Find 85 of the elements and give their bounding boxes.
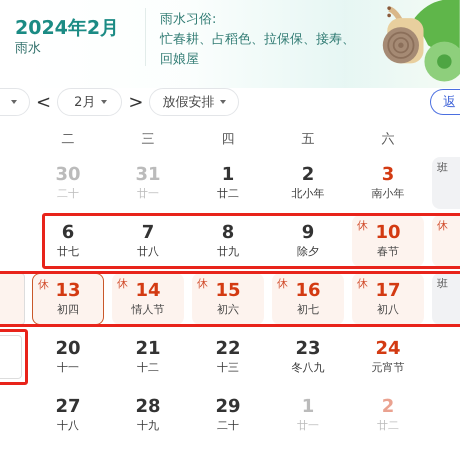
date-number: 7	[142, 222, 154, 244]
date-number: 29	[215, 396, 241, 418]
date-number: 9	[302, 222, 314, 244]
lunar-date: 北小年	[292, 186, 324, 202]
date-number: 1	[222, 164, 234, 186]
day-status-label: 休	[117, 276, 128, 291]
date-number: 22	[215, 338, 241, 360]
lunar-date: 春节	[377, 244, 399, 260]
date-number: 17	[375, 280, 401, 302]
next-month-button[interactable]: >	[126, 92, 146, 112]
month-dropdown[interactable]: 2月	[57, 88, 122, 116]
previous-month-button[interactable]: <	[34, 92, 54, 112]
customs-text: 忙春耕、占稻色、拉保保、接寿、回娘屋	[160, 31, 356, 69]
lunar-date: 二十	[57, 186, 79, 202]
day-status-label: 休	[357, 276, 368, 291]
date-number: 15	[215, 280, 241, 302]
day-status-label: 班	[437, 160, 448, 175]
caret-icon	[220, 100, 226, 104]
lunar-date: 南小年	[372, 186, 404, 202]
day-status-label: 休	[437, 218, 448, 233]
lunar-date: 十八	[57, 418, 79, 434]
month-title: 2024年2月	[15, 16, 120, 40]
caret-icon	[11, 100, 17, 104]
date-number: 27	[55, 396, 81, 418]
date-number: 13	[55, 280, 81, 302]
customs-label: 雨水习俗:	[160, 11, 218, 29]
lunar-date: 初六	[217, 302, 239, 318]
lunar-date: 廿七	[57, 244, 79, 260]
day-cell[interactable]: 休 17 初八	[352, 273, 424, 325]
date-number: 28	[135, 396, 161, 418]
solar-term: 雨水	[15, 40, 42, 58]
lunar-date: 情人节	[132, 302, 164, 318]
day-cell[interactable]: 休 13 初四	[32, 273, 104, 325]
lunar-date: 十一	[57, 360, 79, 376]
day-cell[interactable]: 休 10 春节	[352, 215, 424, 267]
lunar-date: 二十	[217, 418, 239, 434]
date-number: 6	[62, 222, 74, 244]
day-status-label: 班	[437, 276, 448, 291]
day-cell[interactable]: 班	[432, 273, 460, 325]
caret-icon	[101, 100, 108, 104]
lunar-date: 元宵节	[372, 360, 404, 376]
lunar-date: 廿九	[217, 244, 239, 260]
day-cell[interactable]: 休 15 初六	[192, 273, 264, 325]
day-status-label: 休	[38, 277, 49, 292]
date-number: 24	[375, 338, 401, 360]
lunar-date: 廿八	[137, 244, 159, 260]
day-cell[interactable]: 班	[432, 157, 460, 209]
lunar-date: 廿一	[137, 186, 159, 202]
day-cell[interactable]: 休 14 情人节	[112, 273, 184, 325]
holiday-dropdown[interactable]: 放假安排	[149, 88, 240, 116]
lunar-date: 除夕	[297, 244, 319, 260]
weekday-label: 五	[302, 132, 314, 147]
day-status-label: 休	[197, 276, 208, 291]
date-number: 10	[375, 222, 401, 244]
weekday-label: 六	[382, 132, 394, 147]
date-number: 23	[295, 338, 321, 360]
date-number: 8	[222, 222, 234, 244]
day-status-label: 休	[277, 276, 288, 291]
lunar-date: 廿一	[297, 418, 319, 434]
date-number: 16	[295, 280, 321, 302]
lunar-date: 十三	[217, 360, 239, 376]
lunar-date: 十二	[137, 360, 159, 376]
date-number: 2	[302, 164, 314, 186]
lunar-date: 冬八九	[292, 360, 324, 376]
date-number: 31	[135, 164, 161, 186]
date-number: 1	[302, 396, 314, 418]
lunar-date: 廿二	[377, 418, 399, 434]
date-number: 14	[135, 280, 161, 302]
day-cell[interactable]: 休 16 初七	[272, 273, 344, 325]
day-status-label: 休	[357, 218, 368, 233]
day-cell[interactable]: 休	[432, 215, 460, 267]
lunar-date: 初七	[297, 302, 319, 318]
lunar-date: 初四	[57, 302, 79, 318]
date-number: 21	[135, 338, 161, 360]
date-number: 30	[55, 164, 81, 186]
lunar-date: 廿二	[217, 186, 239, 202]
lunar-date: 初八	[377, 302, 399, 318]
back-button[interactable]: 返	[430, 89, 460, 115]
weekday-label: 三	[142, 132, 154, 147]
date-number: 2	[382, 396, 394, 418]
weekday-label: 四	[222, 132, 234, 147]
lunar-date: 十九	[137, 418, 159, 434]
date-number: 20	[55, 338, 81, 360]
weekday-label: 二	[62, 132, 74, 147]
date-number: 3	[382, 164, 394, 186]
